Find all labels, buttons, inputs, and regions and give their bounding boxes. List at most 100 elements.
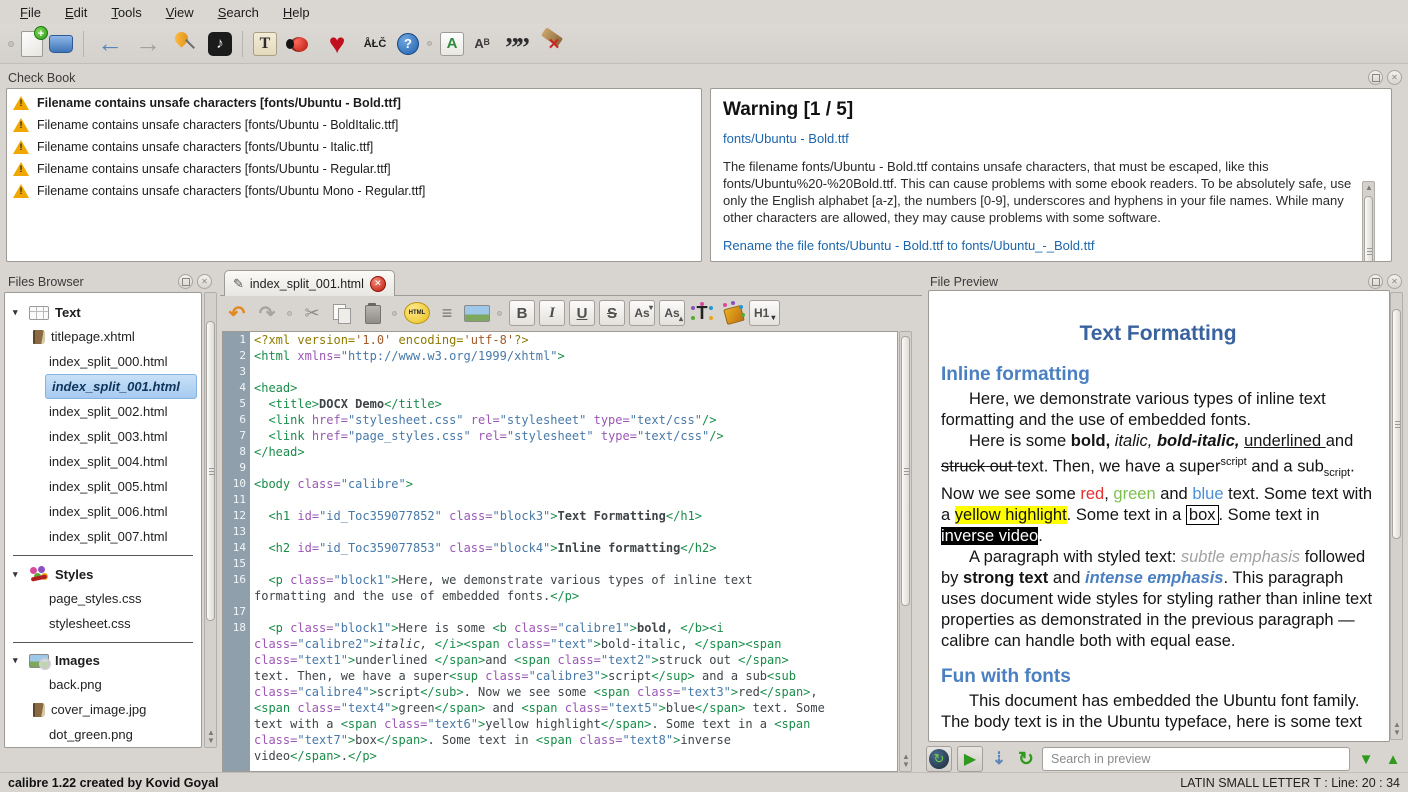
scrollbar-thumb[interactable] bbox=[1392, 309, 1401, 539]
files-scrollbar[interactable]: ▲▼ bbox=[204, 292, 217, 748]
warning-list-item[interactable]: Filename contains unsafe characters [fon… bbox=[7, 92, 701, 114]
scrollbar-thumb[interactable] bbox=[206, 321, 215, 621]
file-item[interactable]: index_split_004.html bbox=[5, 449, 201, 474]
find-prev-icon[interactable]: ▲ bbox=[1382, 751, 1404, 768]
check-book-warning-list[interactable]: Filename contains unsafe characters [fon… bbox=[6, 88, 702, 262]
warning-list-item[interactable]: Filename contains unsafe characters [fon… bbox=[7, 180, 701, 202]
clean-css-icon[interactable]: ✕ bbox=[538, 28, 570, 60]
arrange-files-icon[interactable]: A bbox=[440, 32, 464, 56]
float-dock-icon[interactable] bbox=[178, 274, 193, 289]
copy-icon[interactable] bbox=[329, 300, 355, 326]
pin-icon[interactable] bbox=[170, 28, 202, 60]
file-item[interactable]: index_split_005.html bbox=[5, 474, 201, 499]
menu-tools[interactable]: Tools bbox=[101, 3, 151, 22]
preview-scrollbar[interactable]: ▲▼ bbox=[1390, 292, 1403, 740]
text-color-icon[interactable]: T bbox=[689, 300, 715, 326]
scrollbar-thumb[interactable] bbox=[901, 336, 910, 606]
compare-icon[interactable]: Aᴮ bbox=[470, 32, 494, 56]
background-color-icon[interactable] bbox=[719, 300, 745, 326]
chevron-down-icon[interactable]: ▾ bbox=[13, 569, 23, 580]
scroll-arrows-icon[interactable]: ▲▼ bbox=[900, 753, 912, 769]
section-styles[interactable]: ▾Styles bbox=[5, 562, 201, 586]
file-item[interactable]: dot_green.png bbox=[5, 722, 201, 747]
strikethrough-icon[interactable]: S bbox=[599, 300, 625, 326]
file-item[interactable]: titlepage.xhtml bbox=[5, 324, 201, 349]
file-item[interactable]: index_split_002.html bbox=[5, 399, 201, 424]
new-file-icon[interactable]: + bbox=[21, 31, 43, 57]
menu-search[interactable]: Search bbox=[208, 3, 269, 22]
beautify-icon[interactable]: ≡ bbox=[434, 300, 460, 326]
underline-icon[interactable]: U bbox=[569, 300, 595, 326]
scroll-up-icon[interactable]: ▲ bbox=[1363, 184, 1375, 192]
scrollbar-thumb[interactable] bbox=[1364, 196, 1373, 262]
check-book-icon[interactable] bbox=[283, 28, 315, 60]
undo-icon[interactable]: ↶ bbox=[224, 300, 250, 326]
float-dock-icon[interactable] bbox=[1368, 274, 1383, 289]
back-icon[interactable]: ← bbox=[94, 28, 126, 60]
menu-edit[interactable]: Edit bbox=[55, 3, 97, 22]
forward-icon[interactable]: → bbox=[132, 28, 164, 60]
files-browser-tree[interactable]: ▾Texttitlepage.xhtmlindex_split_000.html… bbox=[4, 292, 202, 748]
file-item[interactable]: back.png bbox=[5, 672, 201, 697]
warning-list-item[interactable]: Filename contains unsafe characters [fon… bbox=[7, 158, 701, 180]
file-item[interactable]: cover_image.jpg bbox=[5, 697, 201, 722]
menu-view[interactable]: View bbox=[156, 3, 204, 22]
code-line-text: formatting and the use of embedded fonts… bbox=[250, 588, 579, 604]
chevron-down-icon[interactable]: ▾ bbox=[13, 655, 23, 666]
file-item[interactable]: index_split_007.html bbox=[5, 524, 201, 549]
warning-file-link[interactable]: fonts/Ubuntu - Bold.ttf bbox=[723, 131, 849, 146]
save-icon[interactable] bbox=[49, 35, 73, 53]
heading-style-button[interactable]: H1▾ bbox=[749, 300, 780, 326]
tab-close-icon[interactable] bbox=[370, 276, 386, 292]
sync-position-icon[interactable]: ⇣ bbox=[988, 749, 1010, 769]
refresh-preview-icon[interactable]: ↻ bbox=[1015, 748, 1037, 771]
code-line-text bbox=[250, 460, 254, 476]
close-dock-icon[interactable] bbox=[1387, 70, 1402, 85]
smart-quotes-icon[interactable]: ”” bbox=[500, 28, 532, 60]
font-tile-icon[interactable]: T bbox=[253, 32, 277, 56]
record-icon[interactable]: ♪ bbox=[208, 32, 232, 56]
menu-file[interactable]: File bbox=[10, 3, 51, 22]
file-item[interactable]: index_split_003.html bbox=[5, 424, 201, 449]
bold-icon[interactable]: B bbox=[509, 300, 535, 326]
paste-icon[interactable] bbox=[359, 300, 385, 326]
detail-scrollbar[interactable]: ▲ ▼ bbox=[1362, 181, 1375, 262]
file-item[interactable]: index_split_001.html bbox=[45, 374, 197, 399]
subscript-icon[interactable]: As bbox=[629, 300, 655, 326]
toolbar-handle[interactable] bbox=[8, 41, 14, 47]
find-next-icon[interactable]: ▼ bbox=[1355, 751, 1377, 768]
donate-heart-icon[interactable]: ♥ bbox=[321, 28, 353, 60]
section-images[interactable]: ▾Images bbox=[5, 649, 201, 672]
warning-rename-link[interactable]: Rename the file fonts/Ubuntu - Bold.ttf … bbox=[723, 238, 1094, 253]
section-text[interactable]: ▾Text bbox=[5, 301, 201, 324]
close-dock-icon[interactable] bbox=[1387, 274, 1402, 289]
float-dock-icon[interactable] bbox=[1368, 70, 1383, 85]
close-dock-icon[interactable] bbox=[197, 274, 212, 289]
file-item[interactable]: index_split_006.html bbox=[5, 499, 201, 524]
menu-help[interactable]: Help bbox=[273, 3, 320, 22]
warning-list-item[interactable]: Filename contains unsafe characters [fon… bbox=[7, 114, 701, 136]
code-editor[interactable]: 1<?xml version='1.0' encoding='utf-8'?>2… bbox=[222, 331, 898, 772]
spellcheck-icon[interactable]: ÅŁČ bbox=[359, 28, 391, 60]
help-icon[interactable]: ? bbox=[397, 33, 419, 55]
insert-image-icon[interactable] bbox=[464, 305, 490, 322]
warning-list-item[interactable]: Filename contains unsafe characters [fon… bbox=[7, 136, 701, 158]
file-item[interactable]: page_styles.css bbox=[5, 586, 201, 611]
preview-rendered-page[interactable]: Text FormattingInline formattingHere, we… bbox=[928, 290, 1390, 742]
live-reload-button[interactable] bbox=[926, 746, 952, 772]
tab-index-split-001[interactable]: index_split_001.html bbox=[224, 270, 395, 296]
redo-icon[interactable]: ↷ bbox=[254, 300, 280, 326]
superscript-icon[interactable]: As bbox=[659, 300, 685, 326]
run-preview-button[interactable]: ▶ bbox=[957, 746, 983, 772]
italic-icon[interactable]: I bbox=[539, 300, 565, 326]
search-in-preview-input[interactable] bbox=[1042, 747, 1350, 771]
chevron-down-icon[interactable]: ▾ bbox=[13, 307, 23, 318]
file-name: stylesheet.css bbox=[49, 616, 131, 631]
file-item[interactable]: index_split_000.html bbox=[5, 349, 201, 374]
file-item[interactable]: stylesheet.css bbox=[5, 611, 201, 636]
cut-icon[interactable]: ✂ bbox=[299, 300, 325, 326]
editor-scrollbar[interactable]: ▲▼ bbox=[899, 331, 912, 772]
scroll-arrows-icon[interactable]: ▲▼ bbox=[1391, 721, 1403, 737]
scroll-arrows-icon[interactable]: ▲▼ bbox=[205, 729, 217, 745]
html-check-icon[interactable]: HTML bbox=[404, 302, 430, 324]
